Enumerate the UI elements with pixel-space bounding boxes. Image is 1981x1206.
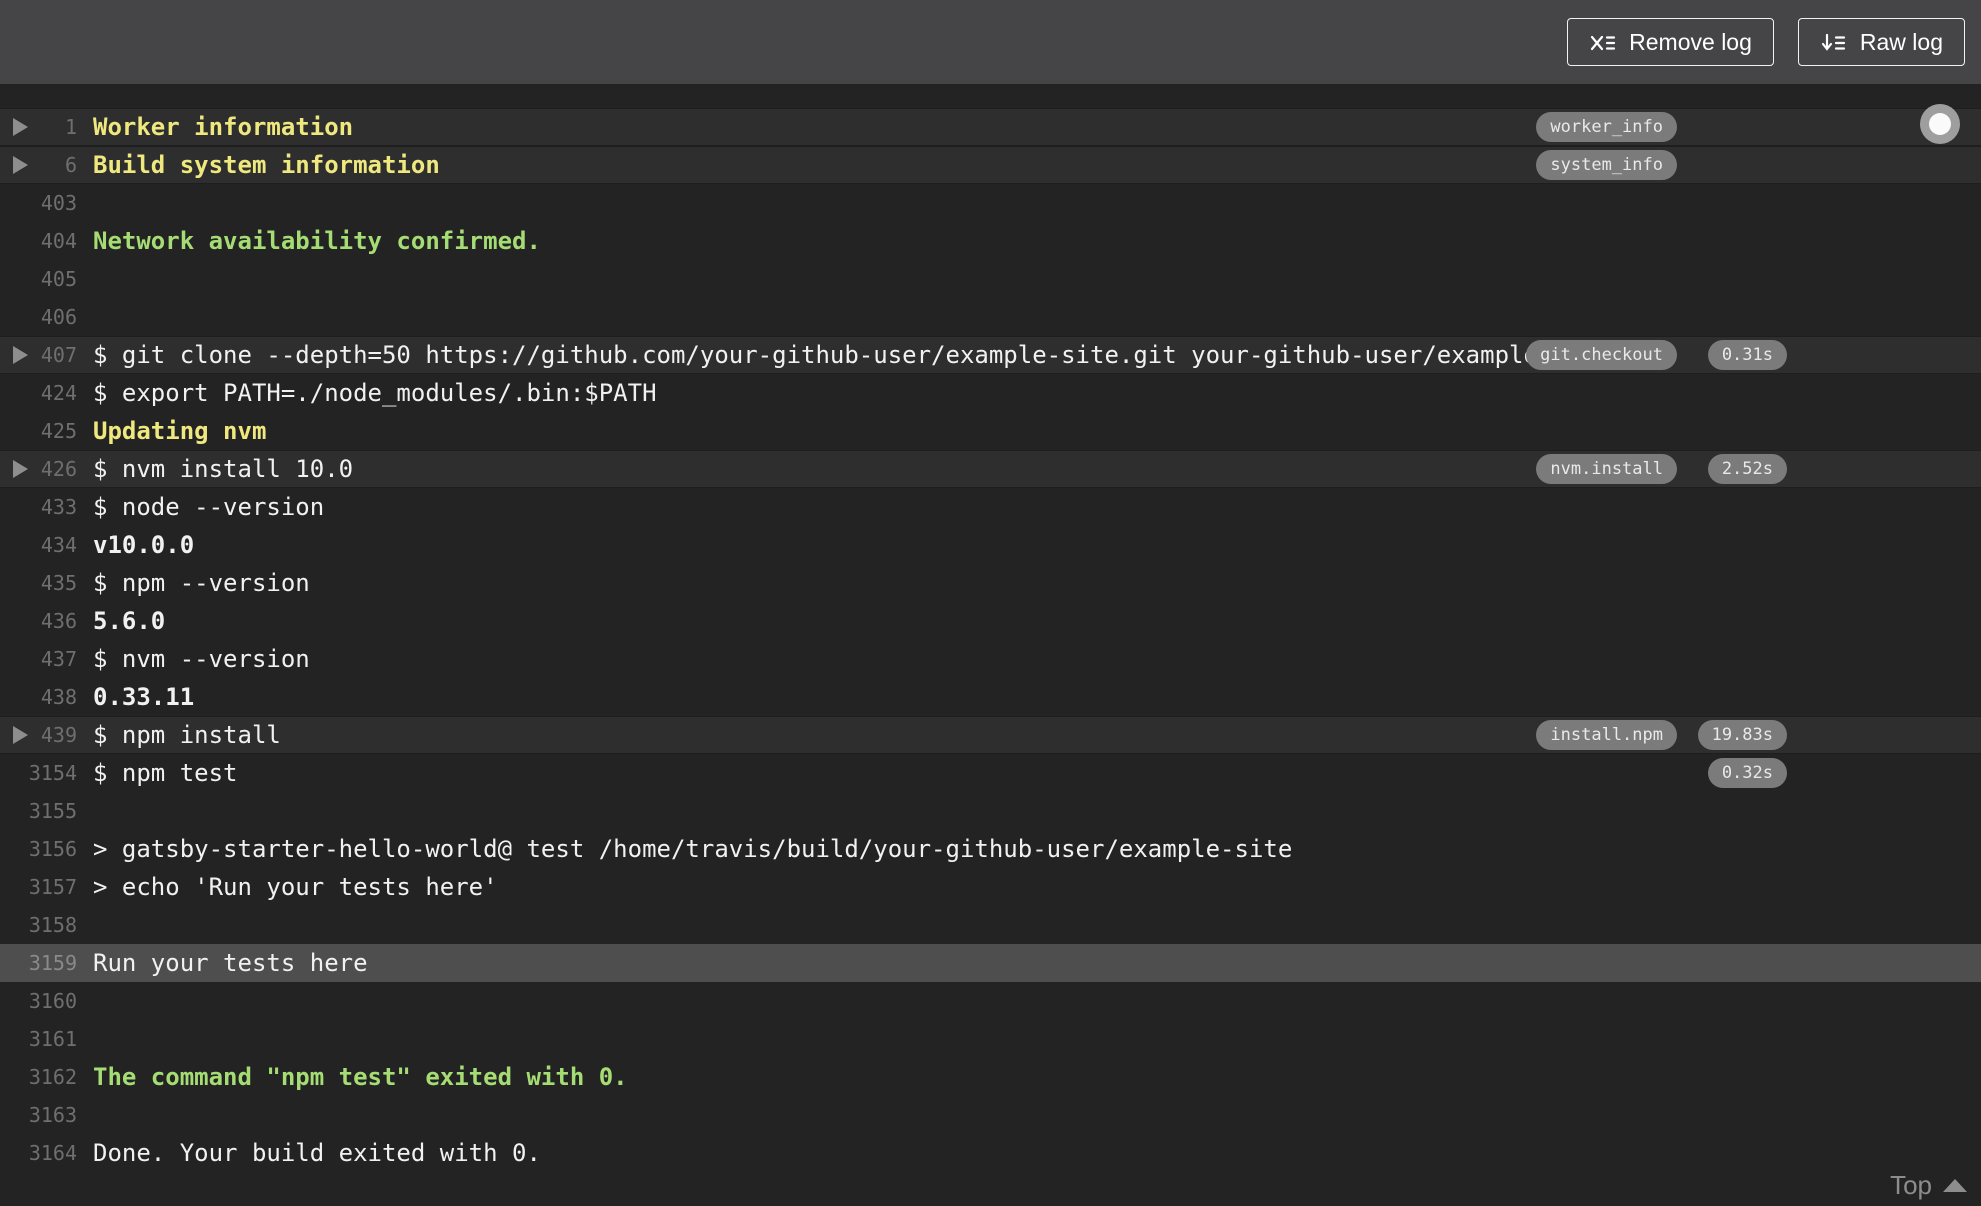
log-row: 424 $ export PATH=./node_modules/.bin:$PA… xyxy=(0,374,1981,412)
line-number[interactable]: 3155 xyxy=(0,792,77,830)
remove-log-icon xyxy=(1589,29,1616,56)
line-number[interactable]: 439 xyxy=(0,716,77,754)
duration-badge: 19.83s xyxy=(1697,720,1787,750)
line-number[interactable]: 3160 xyxy=(0,982,77,1020)
log-row: 3158 xyxy=(0,906,1981,944)
log-text: Network availability confirmed. xyxy=(93,227,541,255)
log-text: > gatsby-starter-hello-world@ test /home… xyxy=(93,835,1293,863)
log-row: 435 $ npm --version xyxy=(0,564,1981,602)
log-text: The command "npm test" exited with 0. xyxy=(93,1063,628,1091)
log-row: 3161 xyxy=(0,1020,1981,1058)
log-row: 438 0.33.11 xyxy=(0,678,1981,716)
line-number[interactable]: 405 xyxy=(0,260,77,298)
duration-badge: 0.31s xyxy=(1707,340,1787,370)
line-number[interactable]: 1 xyxy=(0,108,77,146)
fold-tag-badge: system_info xyxy=(1536,150,1677,180)
log-row: 3157 > echo 'Run your tests here' xyxy=(0,868,1981,906)
line-number[interactable]: 403 xyxy=(0,184,77,222)
log-row: 6 Build system information system_info xyxy=(0,146,1981,184)
raw-log-icon xyxy=(1820,29,1847,56)
log-row: 407 $ git clone --depth=50 https://github… xyxy=(0,336,1981,374)
line-number[interactable]: 425 xyxy=(0,412,77,450)
arrow-up-icon xyxy=(1943,1179,1967,1192)
fold-tag-badge: git.checkout xyxy=(1526,340,1677,370)
raw-log-button[interactable]: Raw log xyxy=(1797,18,1965,66)
scroll-indicator-dot xyxy=(1929,113,1951,135)
log-row: 3154 $ npm test 0.32s xyxy=(0,754,1981,792)
log-text: $ nvm install 10.0 xyxy=(93,455,354,483)
log-text: Worker information xyxy=(93,113,354,141)
remove-log-label: Remove log xyxy=(1629,28,1752,55)
log-row: 436 5.6.0 xyxy=(0,602,1981,640)
line-number[interactable]: 435 xyxy=(0,564,77,602)
log-row: 425 Updating nvm xyxy=(0,412,1981,450)
log-text: $ export PATH=./node_modules/.bin:$PATH xyxy=(93,379,657,407)
log-row: 3160 xyxy=(0,982,1981,1020)
line-number[interactable]: 3163 xyxy=(0,1096,77,1134)
line-number[interactable]: 3161 xyxy=(0,1020,77,1058)
log-text: Done. Your build exited with 0. xyxy=(93,1139,541,1167)
log-toolbar: Remove log Raw log xyxy=(0,0,1981,84)
log-row: 3164 Done. Your build exited with 0. xyxy=(0,1134,1981,1172)
line-number[interactable]: 434 xyxy=(0,526,77,564)
log-text: > echo 'Run your tests here' xyxy=(93,873,498,901)
scroll-indicator-handle[interactable] xyxy=(1920,104,1960,144)
log-row: 439 $ npm install install.npm 19.83s xyxy=(0,716,1981,754)
line-number[interactable]: 437 xyxy=(0,640,77,678)
line-number[interactable]: 3157 xyxy=(0,868,77,906)
log-row: 3159 Run your tests here xyxy=(0,944,1981,982)
line-number[interactable]: 406 xyxy=(0,298,77,336)
fold-tag-badge: install.npm xyxy=(1536,720,1677,750)
log-rows: 1 Worker information worker_info 6 Build sys… xyxy=(0,108,1981,1172)
log-text: $ npm install xyxy=(93,721,281,749)
log-row: 437 $ nvm --version xyxy=(0,640,1981,678)
line-number[interactable]: 404 xyxy=(0,222,77,260)
fold-tag-badge: nvm.install xyxy=(1536,454,1677,484)
top-link-label: Top xyxy=(1890,1170,1932,1200)
log-text: $ git clone --depth=50 https://github.co… xyxy=(93,341,1553,369)
build-log: 1 Worker information worker_info 6 Build sys… xyxy=(0,84,1981,1206)
line-number[interactable]: 6 xyxy=(0,146,77,184)
scroll-to-top-link[interactable]: Top xyxy=(1890,1170,1967,1201)
line-number[interactable]: 3162 xyxy=(0,1058,77,1096)
log-text: Run your tests here xyxy=(93,949,368,977)
log-text: 0.33.11 xyxy=(93,683,195,711)
log-row: 433 $ node --version xyxy=(0,488,1981,526)
line-number[interactable]: 438 xyxy=(0,678,77,716)
log-row: 3155 xyxy=(0,792,1981,830)
raw-log-label: Raw log xyxy=(1859,28,1943,55)
fold-tag-badge: worker_info xyxy=(1536,112,1677,142)
line-number[interactable]: 3164 xyxy=(0,1134,77,1172)
log-row: 3163 xyxy=(0,1096,1981,1134)
log-text: $ npm --version xyxy=(93,569,310,597)
log-row: 406 xyxy=(0,298,1981,336)
line-number[interactable]: 3156 xyxy=(0,830,77,868)
line-number[interactable]: 3158 xyxy=(0,906,77,944)
line-number[interactable]: 433 xyxy=(0,488,77,526)
log-row: 404 Network availability confirmed. xyxy=(0,222,1981,260)
duration-badge: 0.32s xyxy=(1707,758,1787,788)
log-row: 3156 > gatsby-starter-hello-world@ test /… xyxy=(0,830,1981,868)
line-number[interactable]: 3154 xyxy=(0,754,77,792)
log-text: $ node --version xyxy=(93,493,325,521)
line-number[interactable]: 436 xyxy=(0,602,77,640)
log-row: 426 $ nvm install 10.0 nvm.install 2.52s xyxy=(0,450,1981,488)
log-text: Build system information xyxy=(93,151,440,179)
remove-log-button[interactable]: Remove log xyxy=(1567,18,1774,66)
log-row: 403 xyxy=(0,184,1981,222)
log-row: 434 v10.0.0 xyxy=(0,526,1981,564)
log-row: 405 xyxy=(0,260,1981,298)
line-number[interactable]: 426 xyxy=(0,450,77,488)
log-text: Updating nvm xyxy=(93,417,267,445)
log-row: 1 Worker information worker_info xyxy=(0,108,1981,146)
log-text: v10.0.0 xyxy=(93,531,195,559)
line-number[interactable]: 3159 xyxy=(0,944,77,982)
line-number[interactable]: 424 xyxy=(0,374,77,412)
log-text: 5.6.0 xyxy=(93,607,166,635)
log-text: $ npm test xyxy=(93,759,238,787)
log-text: $ nvm --version xyxy=(93,645,310,673)
duration-badge: 2.52s xyxy=(1707,454,1787,484)
log-row: 3162 The command "npm test" exited with 0… xyxy=(0,1058,1981,1096)
line-number[interactable]: 407 xyxy=(0,336,77,374)
